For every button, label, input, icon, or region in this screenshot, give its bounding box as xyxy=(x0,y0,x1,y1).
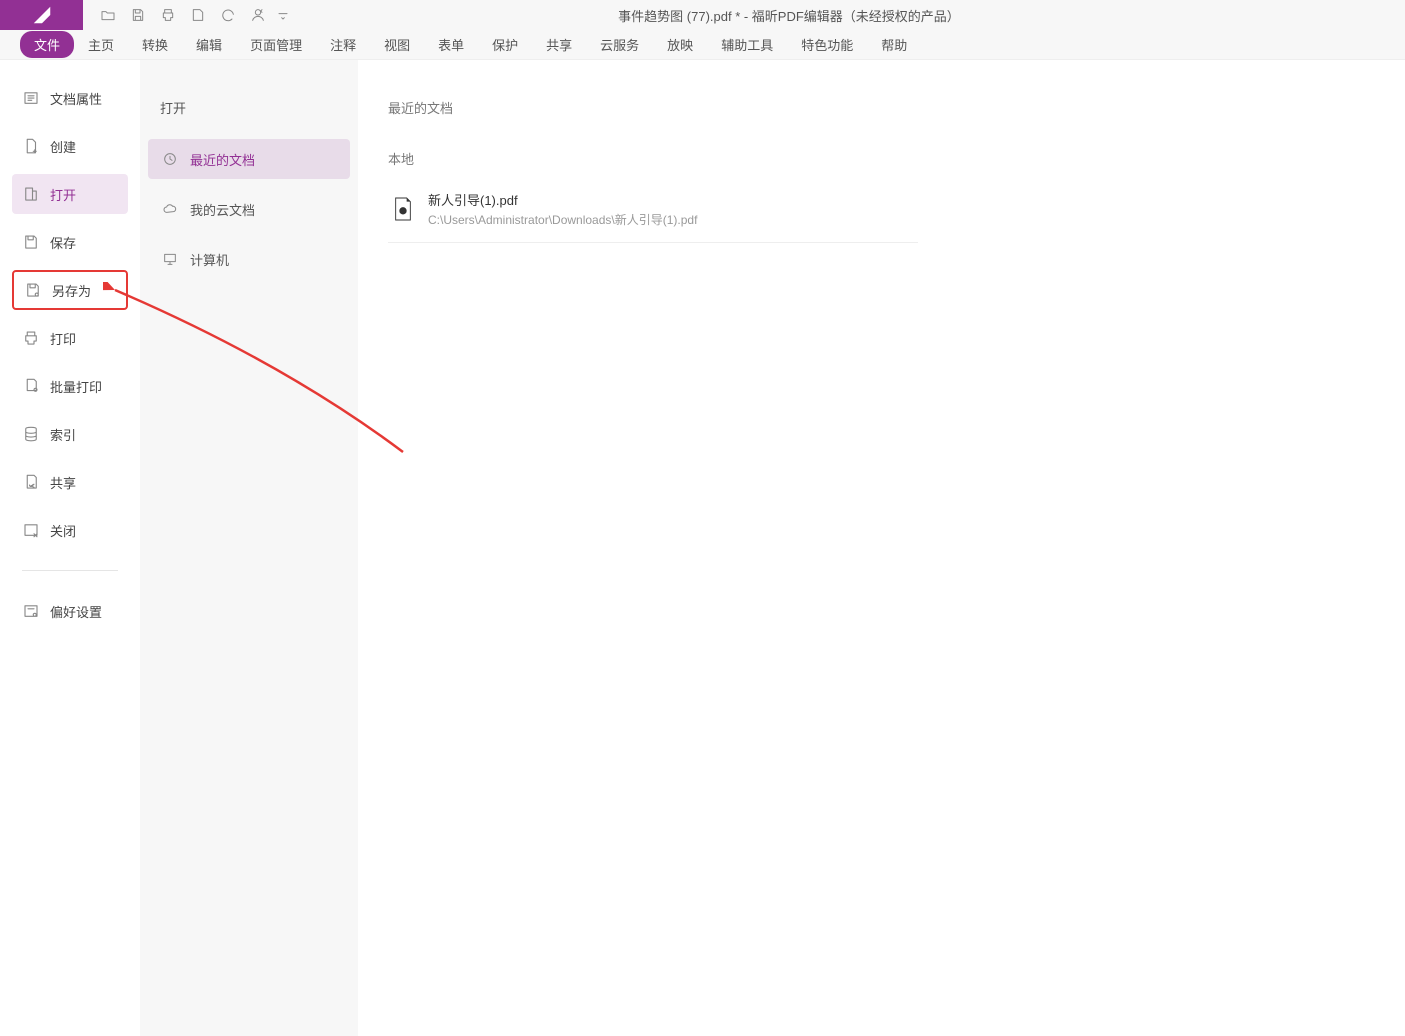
sub-item-computer[interactable]: 计算机 xyxy=(148,239,350,279)
tab-features[interactable]: 特色功能 xyxy=(787,31,867,58)
file-menu-label: 共享 xyxy=(50,473,76,492)
file-menu-open[interactable]: 打开 xyxy=(12,174,128,214)
file-menu-create[interactable]: 创建 xyxy=(12,126,128,166)
user-icon[interactable] xyxy=(243,0,273,30)
file-menu-preferences[interactable]: 偏好设置 xyxy=(12,591,128,631)
undo-icon[interactable] xyxy=(183,0,213,30)
tab-convert[interactable]: 转换 xyxy=(128,31,182,58)
recent-file-row[interactable]: 新人引导(1).pdf C:\Users\Administrator\Downl… xyxy=(388,182,918,243)
tab-slideshow[interactable]: 放映 xyxy=(653,31,707,58)
file-menu-label: 索引 xyxy=(50,425,76,444)
tab-form[interactable]: 表单 xyxy=(424,31,478,58)
tab-page-manage[interactable]: 页面管理 xyxy=(236,31,316,58)
tab-home[interactable]: 主页 xyxy=(74,31,128,58)
open-icon[interactable] xyxy=(93,0,123,30)
file-menu-docprops[interactable]: 文档属性 xyxy=(12,78,128,118)
sub-item-cloud[interactable]: 我的云文档 xyxy=(148,189,350,229)
file-menu-label: 创建 xyxy=(50,137,76,156)
save-icon[interactable] xyxy=(123,0,153,30)
file-menu-batchprint[interactable]: 批量打印 xyxy=(12,366,128,406)
sub-item-label: 我的云文档 xyxy=(190,200,255,219)
file-menu-label: 打开 xyxy=(50,185,76,204)
sub-item-label: 最近的文档 xyxy=(190,150,255,169)
redo-icon[interactable] xyxy=(213,0,243,30)
file-menu-index[interactable]: 索引 xyxy=(12,414,128,454)
tab-view[interactable]: 视图 xyxy=(370,31,424,58)
content-pane: 最近的文档 本地 新人引导(1).pdf C:\Users\Administra… xyxy=(358,60,1405,1036)
sub-panel-title: 打开 xyxy=(148,98,350,139)
quick-access-toolbar xyxy=(83,0,293,30)
customize-qat-icon[interactable] xyxy=(273,0,293,30)
sub-item-label: 计算机 xyxy=(190,250,229,269)
tab-help[interactable]: 帮助 xyxy=(867,31,921,58)
pdf-file-icon xyxy=(392,196,414,222)
print-icon[interactable] xyxy=(153,0,183,30)
file-menu-sidebar: 文档属性 创建 打开 保存 另存为 打印 批量打印 索引 xyxy=(0,60,140,1036)
file-menu-close[interactable]: 关闭 xyxy=(12,510,128,550)
file-menu-saveas[interactable]: 另存为 xyxy=(12,270,128,310)
tab-share[interactable]: 共享 xyxy=(532,31,586,58)
file-menu-print[interactable]: 打印 xyxy=(12,318,128,358)
tab-comment[interactable]: 注释 xyxy=(316,31,370,58)
file-menu-label: 批量打印 xyxy=(50,377,102,396)
tab-cloud[interactable]: 云服务 xyxy=(586,31,653,58)
tab-accessibility[interactable]: 辅助工具 xyxy=(707,31,787,58)
file-menu-label: 另存为 xyxy=(52,281,91,300)
tab-protect[interactable]: 保护 xyxy=(478,31,532,58)
recent-file-name: 新人引导(1).pdf xyxy=(428,190,697,209)
content-title: 最近的文档 xyxy=(388,98,1375,117)
file-menu-label: 偏好设置 xyxy=(50,602,102,621)
file-menu-label: 关闭 xyxy=(50,521,76,540)
file-menu-save[interactable]: 保存 xyxy=(12,222,128,262)
title-bar: 事件趋势图 (77).pdf * - 福昕PDF编辑器（未经授权的产品） xyxy=(0,0,1405,30)
sub-item-recent[interactable]: 最近的文档 xyxy=(148,139,350,179)
file-menu-label: 保存 xyxy=(50,233,76,252)
open-sub-panel: 打开 最近的文档 我的云文档 计算机 xyxy=(140,60,358,1036)
tab-file[interactable]: 文件 xyxy=(20,31,74,58)
window-title: 事件趋势图 (77).pdf * - 福昕PDF编辑器（未经授权的产品） xyxy=(293,6,1405,25)
app-logo[interactable] xyxy=(0,0,83,30)
divider xyxy=(22,570,118,571)
content-section-label: 本地 xyxy=(388,149,1375,168)
file-menu-label: 文档属性 xyxy=(50,89,102,108)
tab-edit[interactable]: 编辑 xyxy=(182,31,236,58)
file-menu-label: 打印 xyxy=(50,329,76,348)
recent-file-path: C:\Users\Administrator\Downloads\新人引导(1)… xyxy=(428,211,697,228)
ribbon-tabs: 文件 主页 转换 编辑 页面管理 注释 视图 表单 保护 共享 云服务 放映 辅… xyxy=(0,30,1405,60)
file-menu-share[interactable]: 共享 xyxy=(12,462,128,502)
